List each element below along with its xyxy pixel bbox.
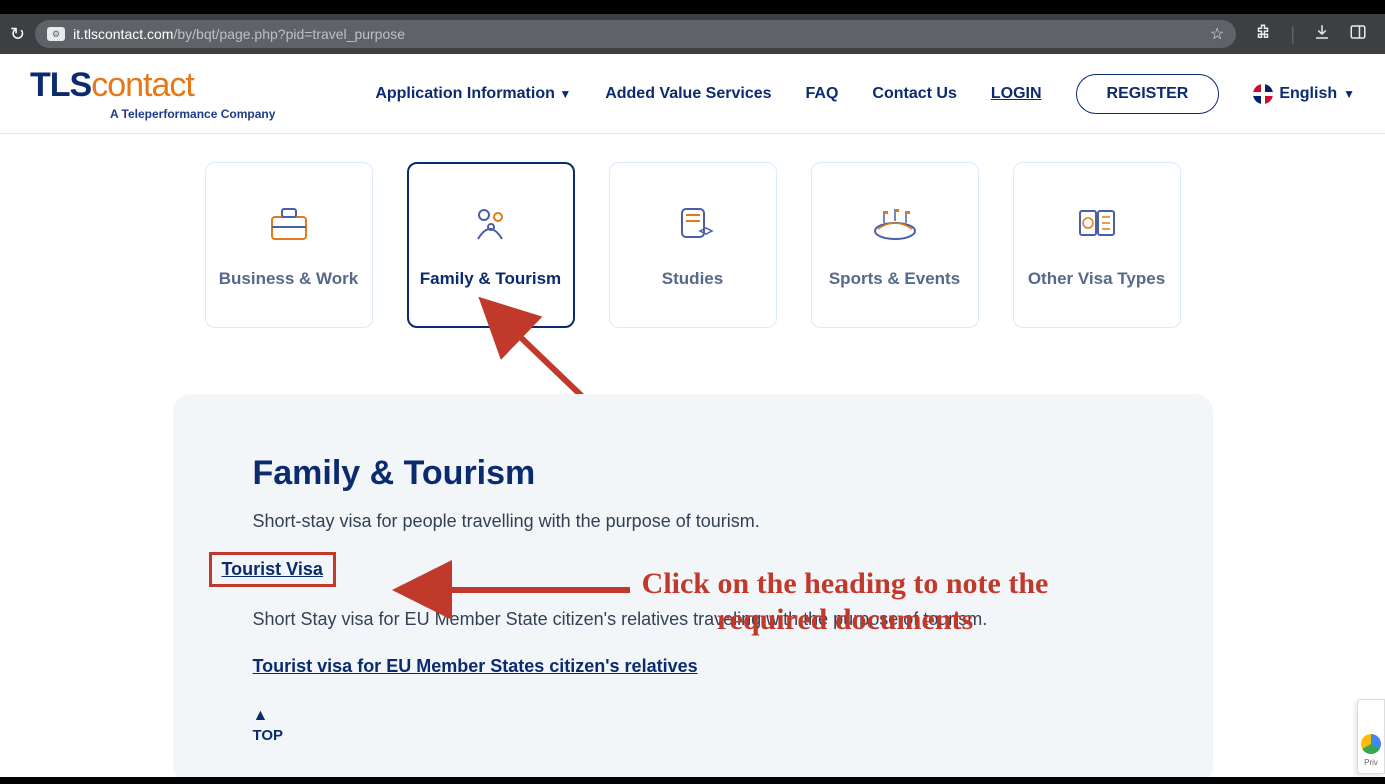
chevron-down-icon: ▼ <box>1343 87 1355 101</box>
bookmark-star-icon[interactable]: ☆ <box>1210 24 1224 44</box>
browser-toolbar: ↻ ⚙ it.tlscontact.com/by/bqt/page.php?pi… <box>0 14 1385 54</box>
top-label: TOP <box>253 727 284 744</box>
download-icon[interactable] <box>1313 23 1331 46</box>
extensions-icon[interactable] <box>1254 23 1272 46</box>
card-label: Studies <box>662 269 723 289</box>
top-nav: Application Information ▼ Added Value Se… <box>375 74 1355 114</box>
link-tourist-visa[interactable]: Tourist Visa <box>222 559 323 580</box>
nav-faq[interactable]: FAQ <box>806 85 839 103</box>
card-other-visa[interactable]: Other Visa Types <box>1013 162 1181 328</box>
logo-subtext: A Teleperformance Company <box>110 107 275 121</box>
family-icon <box>466 201 516 245</box>
card-studies[interactable]: Studies <box>609 162 777 328</box>
bottom-black-bar <box>0 777 1385 784</box>
annotation-text-2: Click on the heading to note the require… <box>630 566 1060 638</box>
panel-subtitle-1: Short-stay visa for people travelling wi… <box>253 511 1133 532</box>
nav-login[interactable]: LOGIN <box>991 85 1042 103</box>
reload-icon[interactable]: ↻ <box>10 24 25 45</box>
chevron-up-icon: ▲ <box>253 707 269 725</box>
card-business-work[interactable]: Business & Work <box>205 162 373 328</box>
briefcase-icon <box>264 201 314 245</box>
chevron-down-icon: ▼ <box>559 87 571 101</box>
url-path: /by/bqt/page.php?pid=travel_purpose <box>173 26 405 42</box>
nav-application-information[interactable]: Application Information ▼ <box>375 85 571 103</box>
recaptcha-badge: Priv <box>1357 699 1385 774</box>
nav-added-value-services[interactable]: Added Value Services <box>605 85 771 103</box>
nav-label: Application Information <box>375 85 555 102</box>
language-label: English <box>1279 85 1337 103</box>
logo-tls: TLS <box>30 66 91 104</box>
logo-text: TLScontact <box>30 66 275 105</box>
url-domain: it.tlscontact.com <box>73 26 173 42</box>
site-header: TLScontact A Teleperformance Company App… <box>0 54 1385 134</box>
card-label: Other Visa Types <box>1028 269 1165 289</box>
nav-contact-us[interactable]: Contact Us <box>872 85 956 103</box>
card-label: Sports & Events <box>829 269 960 289</box>
logo[interactable]: TLScontact A Teleperformance Company <box>30 66 275 121</box>
logo-contact: contact <box>91 66 194 104</box>
stadium-icon <box>870 201 920 245</box>
visa-category-cards: Business & Work Family & Tourism Studies <box>0 162 1385 338</box>
recaptcha-icon <box>1361 734 1381 754</box>
passport-icon <box>1072 201 1122 245</box>
browser-tools: | <box>1246 23 1375 46</box>
card-sports-events[interactable]: Sports & Events <box>811 162 979 328</box>
chrome-tab-strip <box>0 0 1385 14</box>
scroll-icon <box>668 201 718 245</box>
address-bar[interactable]: ⚙ it.tlscontact.com/by/bqt/page.php?pid=… <box>35 20 1236 48</box>
uk-flag-icon <box>1253 84 1273 104</box>
language-selector[interactable]: English ▼ <box>1253 84 1355 104</box>
card-label: Family & Tourism <box>420 269 561 289</box>
link-tourist-visa-eu[interactable]: Tourist visa for EU Member States citize… <box>253 656 698 677</box>
sidebar-icon[interactable] <box>1349 23 1367 46</box>
card-family-tourism[interactable]: Family & Tourism <box>407 162 575 328</box>
site-settings-icon[interactable]: ⚙ <box>47 27 65 41</box>
highlight-box: Tourist Visa <box>209 552 336 587</box>
panel-title: Family & Tourism <box>253 454 1133 493</box>
card-label: Business & Work <box>219 269 359 289</box>
url-text: it.tlscontact.com/by/bqt/page.php?pid=tr… <box>73 26 1202 42</box>
register-button[interactable]: REGISTER <box>1076 74 1220 114</box>
back-to-top[interactable]: ▲ TOP <box>253 707 1133 744</box>
recaptcha-label: Priv <box>1364 758 1378 767</box>
separator: | <box>1290 24 1295 45</box>
